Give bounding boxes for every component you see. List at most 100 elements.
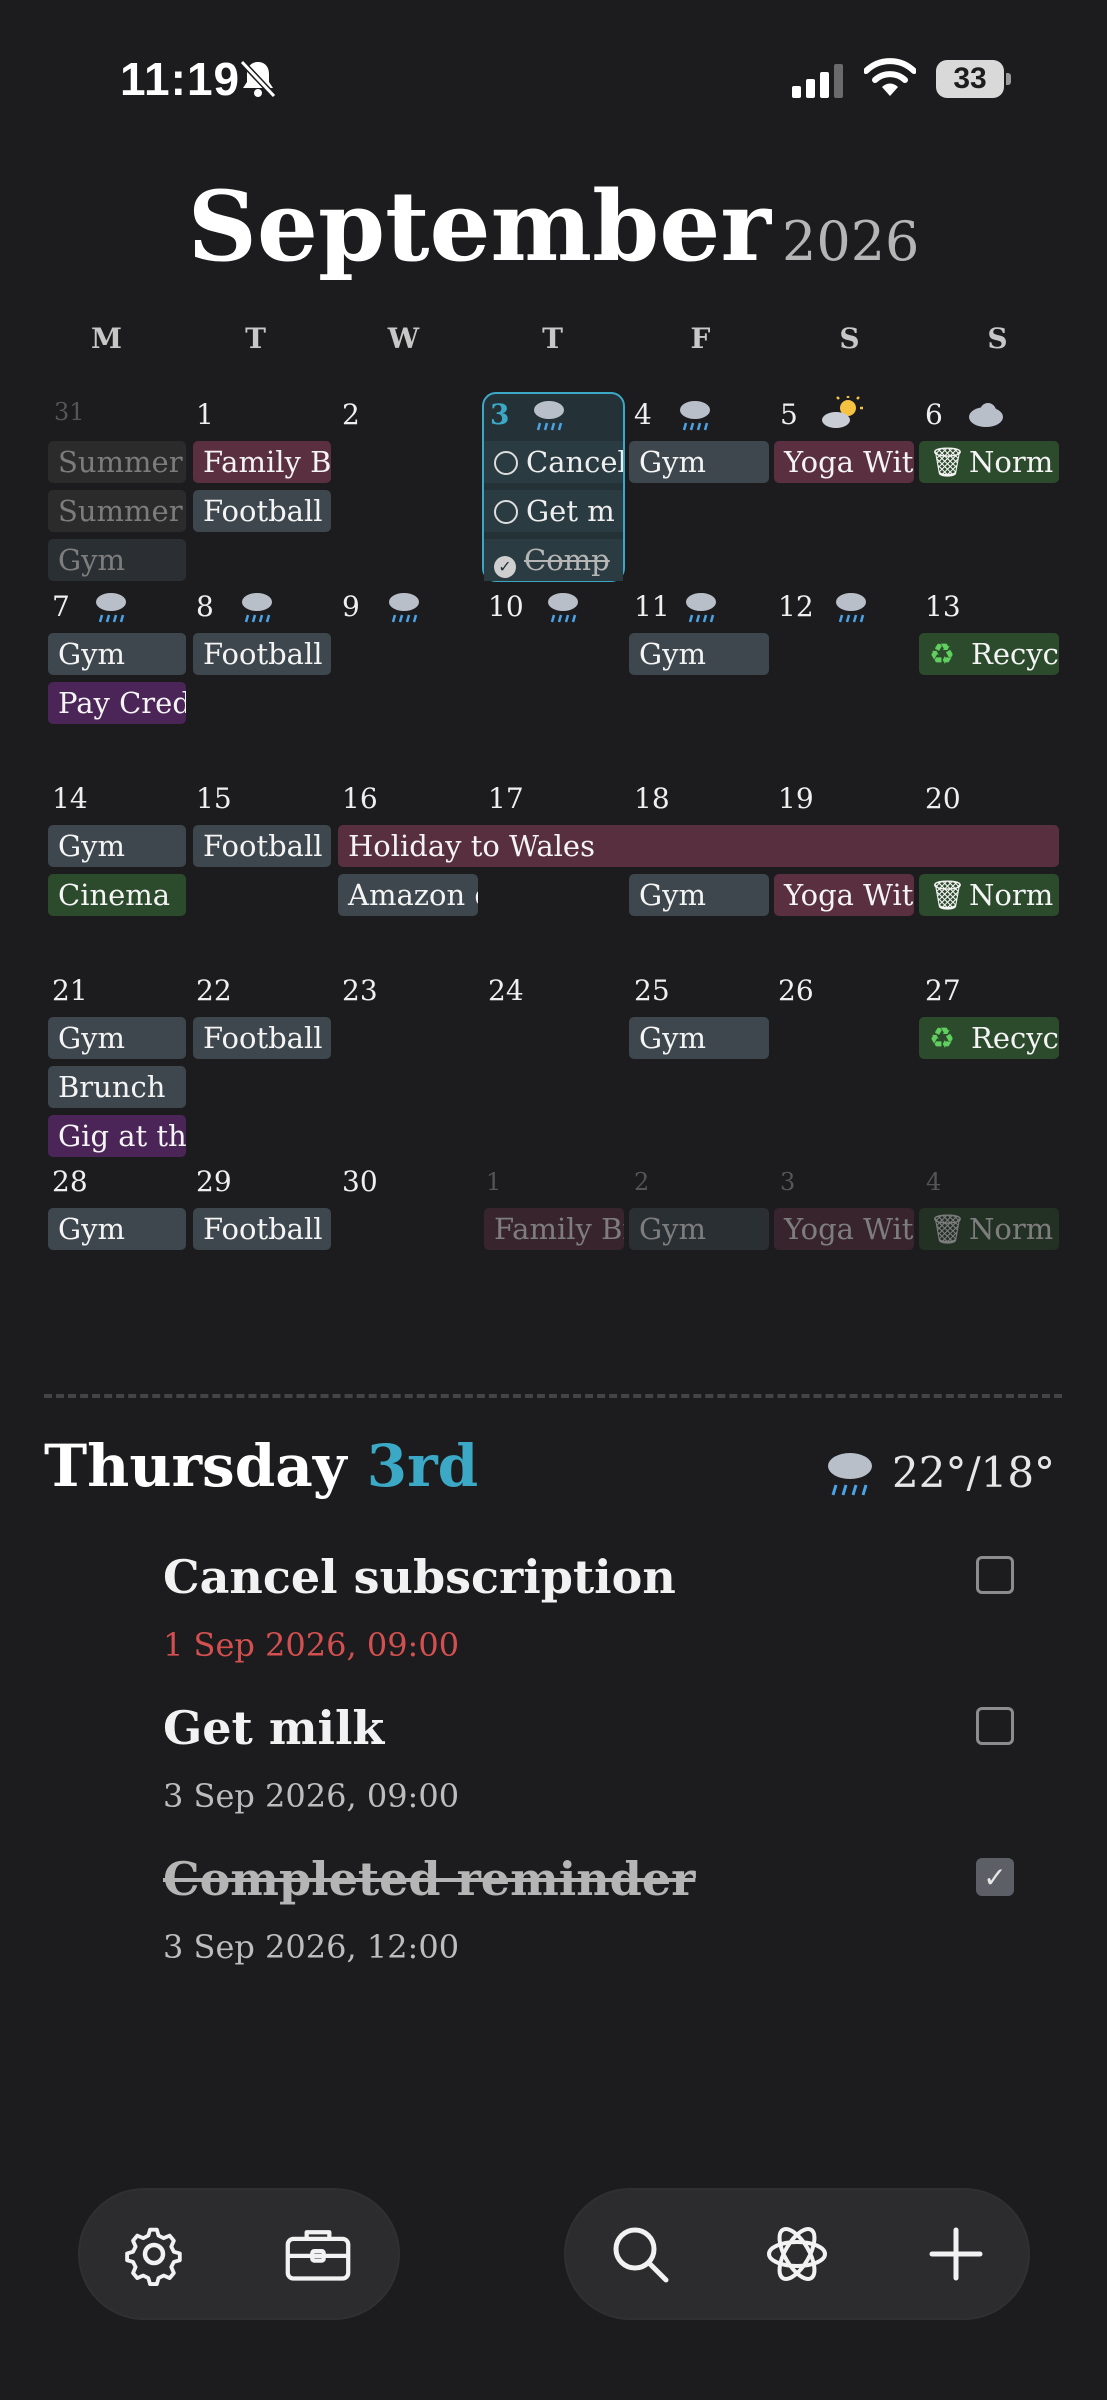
day-number[interactable]: 17: [488, 782, 524, 815]
search-button[interactable]: [606, 2220, 674, 2288]
event-summer[interactable]: Summer: [48, 441, 186, 483]
day-number[interactable]: 26: [778, 974, 814, 1007]
event-gym[interactable]: Gym: [48, 1017, 186, 1059]
briefcase-button[interactable]: [284, 2220, 352, 2288]
day-number[interactable]: 10: [488, 590, 524, 623]
day-number[interactable]: 12: [778, 590, 814, 623]
event-gig[interactable]: Gig at the: [48, 1115, 186, 1157]
day-number[interactable]: 20: [925, 782, 961, 815]
day-number[interactable]: 18: [634, 782, 670, 815]
day-number[interactable]: 2: [634, 1168, 649, 1196]
day-number[interactable]: 22: [196, 974, 232, 1007]
weekday-header-wed: W: [387, 322, 420, 355]
day-number[interactable]: 27: [925, 974, 961, 1007]
day-number[interactable]: 2: [342, 398, 360, 431]
briefcase-icon: [285, 2230, 351, 2281]
event-holiday[interactable]: Holiday to Wales: [338, 825, 1059, 867]
task-checkbox-checked[interactable]: ✓: [976, 1858, 1014, 1896]
day-number[interactable]: 4: [634, 398, 652, 431]
event-football[interactable]: Football T: [193, 825, 331, 867]
reminder-completed[interactable]: ✓ Comp: [484, 539, 623, 581]
day-number[interactable]: 28: [52, 1165, 88, 1198]
day-number[interactable]: 1: [196, 398, 214, 431]
task-date: 1 Sep 2026, 09:00: [163, 1626, 460, 1664]
rain-cloud-icon: [242, 593, 272, 623]
event-gym[interactable]: Gym: [48, 825, 186, 867]
event-football[interactable]: Football T: [193, 633, 331, 675]
temperature-range: 22°/18°: [892, 1448, 1056, 1497]
add-button[interactable]: [922, 2220, 990, 2288]
event-family[interactable]: Family Br: [193, 441, 331, 483]
day-number[interactable]: 8: [196, 590, 214, 623]
day-number[interactable]: 31: [54, 398, 85, 426]
event-pay-credit[interactable]: Pay Cred: [48, 682, 186, 724]
event-football[interactable]: Football T: [193, 490, 331, 532]
event-gym[interactable]: Gym: [48, 539, 186, 581]
event-normal-bin[interactable]: 🗑 Norm: [919, 874, 1059, 916]
event-gym[interactable]: Gym: [629, 1017, 769, 1059]
trash-bin-icon: 🗑: [929, 878, 966, 912]
day-number[interactable]: 14: [52, 782, 88, 815]
cellular-signal-icon: [792, 64, 843, 98]
settings-button[interactable]: [120, 2220, 188, 2288]
task-checkbox[interactable]: [976, 1556, 1014, 1594]
day-number[interactable]: 19: [778, 782, 814, 815]
day-number[interactable]: 13: [925, 590, 961, 623]
event-recycling[interactable]: ♻ Recyc: [919, 1017, 1059, 1059]
trash-bin-icon: 🗑: [929, 445, 966, 479]
atom-icon: [767, 2227, 827, 2281]
event-gym[interactable]: Gym: [629, 441, 769, 483]
weekday-header-sun: S: [987, 322, 1008, 355]
day-number[interactable]: 16: [342, 782, 378, 815]
day-number[interactable]: 1: [486, 1168, 501, 1196]
day-number[interactable]: 25: [634, 974, 670, 1007]
day-number[interactable]: 30: [342, 1165, 378, 1198]
event-normal-bin[interactable]: 🗑 Norm: [919, 1208, 1059, 1250]
day-number[interactable]: 11: [634, 590, 670, 623]
weekday-header-sat: S: [839, 322, 860, 355]
event-brunch[interactable]: Brunch: [48, 1066, 186, 1108]
day-number[interactable]: 21: [52, 974, 88, 1007]
event-yoga[interactable]: Yoga With: [774, 874, 914, 916]
day-number[interactable]: 29: [196, 1165, 232, 1198]
event-summer[interactable]: Summer: [48, 490, 186, 532]
weekday-header-thu: T: [542, 322, 563, 355]
event-football[interactable]: Football T: [193, 1208, 331, 1250]
day-number[interactable]: 9: [342, 590, 360, 623]
task-title[interactable]: Cancel subscription: [163, 1550, 676, 1604]
event-gym[interactable]: Gym: [629, 633, 769, 675]
event-gym[interactable]: Gym: [629, 1208, 769, 1250]
day-number[interactable]: 7: [52, 590, 70, 623]
event-gym[interactable]: Gym: [48, 633, 186, 675]
event-family[interactable]: Family Br: [484, 1208, 624, 1250]
event-yoga[interactable]: Yoga With: [774, 1208, 914, 1250]
event-normal-bin[interactable]: 🗑 Norm: [919, 441, 1059, 483]
month-title: September 2026: [0, 170, 1107, 283]
event-cinema[interactable]: Cinema: [48, 874, 186, 916]
bell-muted-icon: [239, 59, 277, 99]
event-yoga[interactable]: Yoga With: [774, 441, 914, 483]
day-number-today[interactable]: 3: [490, 398, 509, 431]
event-gym[interactable]: Gym: [629, 874, 769, 916]
event-football[interactable]: Football T: [193, 1017, 331, 1059]
day-number[interactable]: 6: [925, 398, 943, 431]
year-label: 2026: [781, 210, 920, 273]
event-gym[interactable]: Gym: [48, 1208, 186, 1250]
event-amazon[interactable]: Amazon d: [338, 874, 478, 916]
task-checkbox[interactable]: [976, 1707, 1014, 1745]
plus-icon: [929, 2227, 983, 2281]
task-title[interactable]: Completed reminder: [163, 1852, 695, 1906]
day-number[interactable]: 3: [780, 1168, 795, 1196]
task-title[interactable]: Get milk: [163, 1701, 384, 1755]
reminder-cancel[interactable]: Cancel: [484, 441, 623, 483]
event-recycling[interactable]: ♻ Recyc: [919, 633, 1059, 675]
selected-day-date: 3rd: [366, 1432, 479, 1500]
day-number[interactable]: 23: [342, 974, 378, 1007]
day-number[interactable]: 5: [780, 398, 798, 431]
ai-assistant-button[interactable]: [763, 2220, 831, 2288]
day-number[interactable]: 4: [926, 1168, 941, 1196]
day-number[interactable]: 24: [488, 974, 524, 1007]
toolbar-right: [566, 2190, 1028, 2318]
day-number[interactable]: 15: [196, 782, 232, 815]
reminder-get-milk[interactable]: Get m: [484, 490, 623, 532]
